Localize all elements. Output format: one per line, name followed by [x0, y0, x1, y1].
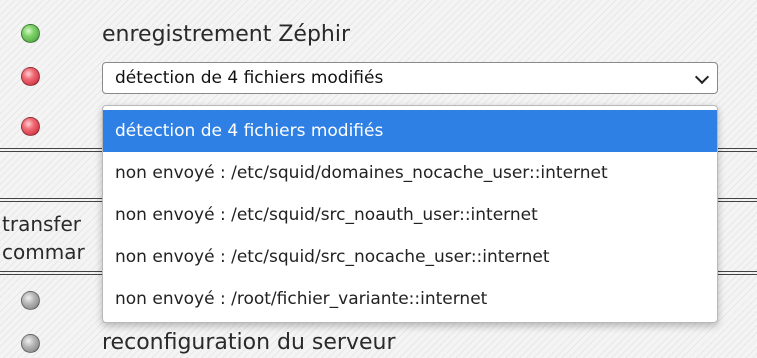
- chevron-down-icon[interactable]: [694, 69, 710, 85]
- modified-files-select[interactable]: détection de 4 fichiers modifiés: [102, 62, 718, 94]
- status-led-gray-icon: [21, 291, 40, 310]
- status-led-gray-icon: [21, 334, 40, 353]
- zephir-registration-label: enregistrement Zéphir: [102, 22, 351, 47]
- top-row-fragment: [0, 0, 757, 4]
- select-value: détection de 4 fichiers modifiés: [115, 68, 384, 88]
- dropdown-option[interactable]: non envoyé : /root/fichier_variante::int…: [103, 278, 717, 320]
- status-led-red-icon: [21, 67, 40, 86]
- transfer-label: transfer: [2, 212, 81, 236]
- status-led-red-icon: [21, 117, 40, 136]
- dropdown-option[interactable]: non envoyé : /etc/squid/src_nocache_user…: [103, 236, 717, 278]
- command-label: commar: [2, 240, 85, 264]
- server-reconfiguration-label: reconfiguration du serveur: [102, 330, 396, 355]
- dropdown-option[interactable]: détection de 4 fichiers modifiés: [103, 110, 717, 152]
- modified-files-dropdown[interactable]: détection de 4 fichiers modifiés non env…: [102, 105, 718, 323]
- status-led-green-icon: [21, 24, 40, 43]
- dropdown-option[interactable]: non envoyé : /etc/squid/domaines_nocache…: [103, 152, 717, 194]
- dropdown-option[interactable]: non envoyé : /etc/squid/src_noauth_user:…: [103, 194, 717, 236]
